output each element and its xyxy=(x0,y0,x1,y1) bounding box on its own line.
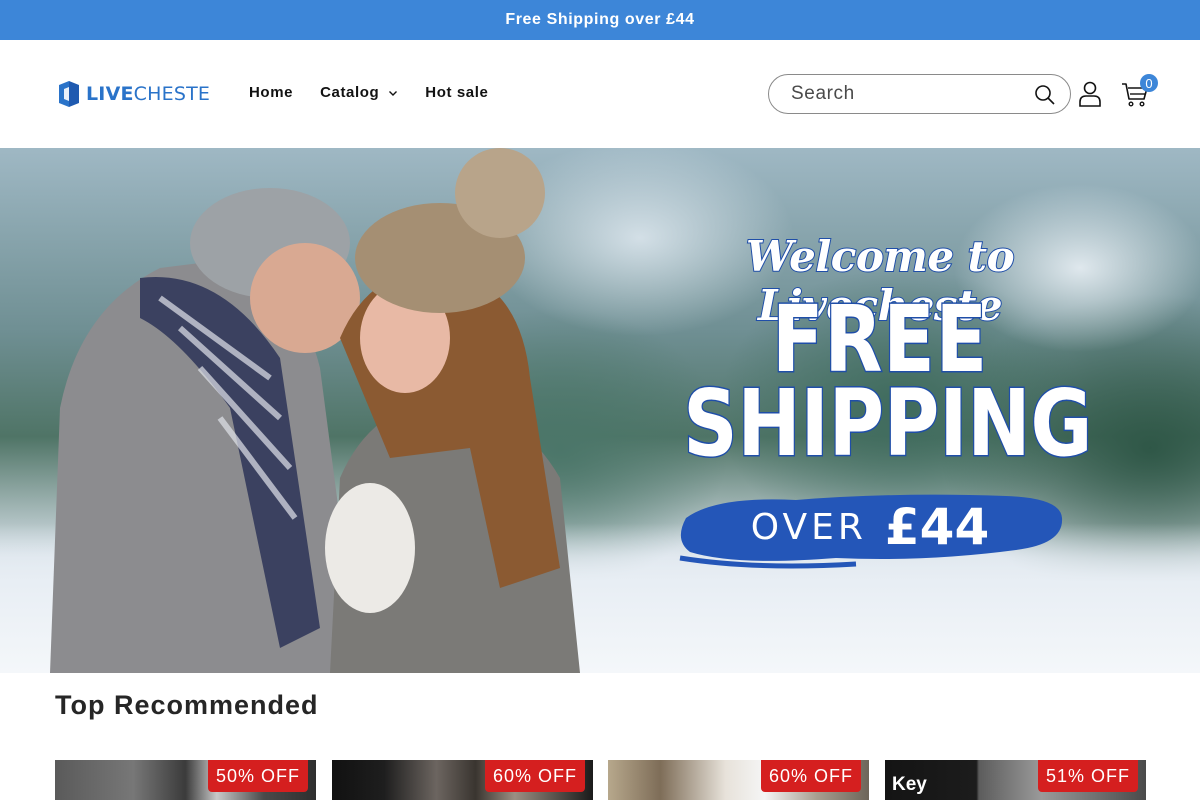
discount-badge: 60% OFF xyxy=(760,760,861,792)
nav-catalog-label: Catalog xyxy=(320,84,380,101)
logo-text-rest: CHESTE xyxy=(133,83,211,105)
hero-over-price: OVER £44 xyxy=(700,492,1040,562)
nav-home-label: Home xyxy=(249,84,294,101)
nav-hot-sale[interactable]: Hot sale xyxy=(425,84,488,101)
hero-banner[interactable]: Welcome to Livecheste FREE SHIPPING OVER… xyxy=(0,148,1200,673)
chevron-down-icon xyxy=(389,90,398,96)
site-header: LIVECHESTE Home Catalog Hot sale 0 xyxy=(0,40,1200,148)
announcement-text: Free Shipping over £44 xyxy=(505,11,695,28)
logo-text-bold: LIVE xyxy=(86,83,134,105)
hero-price: £44 xyxy=(884,498,990,556)
discount-badge: 60% OFF xyxy=(484,760,585,792)
logo[interactable]: LIVECHESTE xyxy=(56,80,210,108)
hero-couple-image xyxy=(50,148,580,673)
nav-home[interactable]: Home xyxy=(249,84,293,101)
product-grid: 50% OFF 60% OFF 60% OFF Key 51% OFF xyxy=(55,760,1146,800)
hero-over-word: OVER xyxy=(750,506,867,548)
hero-shipping-text: SHIPPING xyxy=(682,370,1094,477)
product-card[interactable]: Key 51% OFF xyxy=(885,760,1146,800)
logo-text: LIVECHESTE xyxy=(86,83,210,105)
discount-badge: 50% OFF xyxy=(207,760,308,792)
main-nav: Home Catalog Hot sale xyxy=(249,84,488,101)
search-box xyxy=(768,74,1071,114)
product-card[interactable]: 50% OFF xyxy=(55,760,316,800)
account-icon[interactable] xyxy=(1078,81,1102,107)
discount-badge: 51% OFF xyxy=(1037,760,1138,792)
product-card[interactable]: 60% OFF xyxy=(332,760,593,800)
product-image-text: Key xyxy=(892,774,927,795)
logo-mark-icon xyxy=(59,81,79,107)
nav-catalog[interactable]: Catalog xyxy=(320,84,398,101)
product-card[interactable]: 60% OFF xyxy=(608,760,869,800)
search-icon[interactable] xyxy=(1034,84,1056,106)
search-input[interactable] xyxy=(791,83,1021,105)
nav-hot-sale-label: Hot sale xyxy=(425,84,489,101)
cart-count-badge: 0 xyxy=(1140,74,1158,92)
section-title: Top Recommended xyxy=(55,690,319,720)
announcement-bar: Free Shipping over £44 xyxy=(0,0,1200,40)
